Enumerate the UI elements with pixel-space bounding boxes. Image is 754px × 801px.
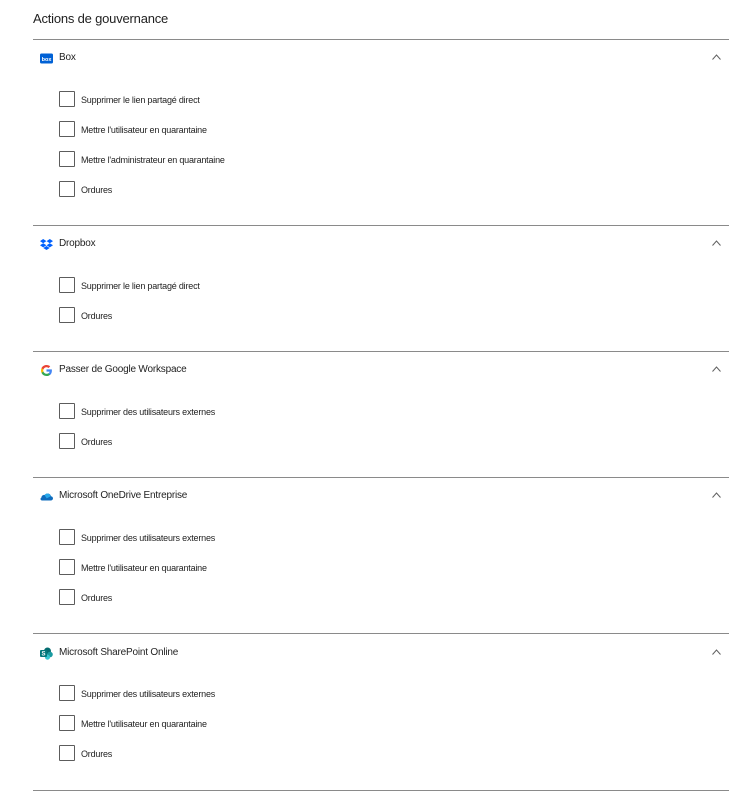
svg-text:S: S [41,652,45,658]
section-box: box Box Supprimer le lien partagé direct… [33,39,729,226]
option-remove-direct-shared-link[interactable]: Supprimer le lien partagé direct [59,277,479,295]
option-label: Mettre l'utilisateur en quarantaine [81,125,207,135]
checkbox[interactable] [59,121,75,137]
option-label: Ordures [81,593,113,603]
checkbox[interactable] [59,685,75,701]
checkbox[interactable] [59,403,75,419]
option-trash[interactable]: Ordures [59,181,479,199]
option-label: Mettre l'utilisateur en quarantaine [81,563,207,573]
checkbox[interactable] [59,151,75,167]
section-sharepoint: S Microsoft SharePoint Online Supprimer … [33,633,729,791]
option-trash[interactable]: Ordures [59,433,479,451]
chevron-up-icon[interactable] [712,240,721,246]
section-google-workspace: Passer de Google Workspace Supprimer des… [33,351,729,478]
checkbox[interactable] [59,181,75,197]
section-onedrive: Microsoft OneDrive Entreprise Supprimer … [33,477,729,634]
checkbox[interactable] [59,307,75,323]
section-header-onedrive[interactable]: Microsoft OneDrive Entreprise [33,478,729,514]
option-quarantine-user[interactable]: Mettre l'utilisateur en quarantaine [59,121,479,139]
svg-text:box: box [42,57,53,63]
option-remove-external-users[interactable]: Supprimer des utilisateurs externes [59,685,479,703]
option-label: Mettre l'utilisateur en quarantaine [81,719,207,729]
option-label: Supprimer des utilisateurs externes [81,533,216,543]
option-quarantine-user[interactable]: Mettre l'utilisateur en quarantaine [59,715,479,733]
onedrive-logo-icon [40,490,53,503]
option-label: Supprimer des utilisateurs externes [81,407,216,417]
section-header-box[interactable]: box Box [33,40,729,76]
dropbox-logo-icon [40,238,53,251]
chevron-up-icon[interactable] [712,492,721,498]
section-title: Microsoft OneDrive Entreprise [59,490,188,501]
page-title: Actions de gouvernance [33,11,169,26]
section-title: Microsoft SharePoint Online [59,647,179,658]
option-label: Supprimer le lien partagé direct [81,95,200,105]
sharepoint-logo-icon: S [40,647,53,660]
option-remove-direct-shared-link[interactable]: Supprimer le lien partagé direct [59,91,479,109]
section-header-dropbox[interactable]: Dropbox [33,226,729,262]
box-logo-icon: box [40,52,53,65]
checkbox[interactable] [59,91,75,107]
option-label: Supprimer des utilisateurs externes [81,689,216,699]
section-header-sharepoint[interactable]: S Microsoft SharePoint Online [33,635,729,671]
option-label: Mettre l'administrateur en quarantaine [81,155,225,165]
option-trash[interactable]: Ordures [59,307,479,325]
option-remove-external-users[interactable]: Supprimer des utilisateurs externes [59,403,479,421]
chevron-up-icon[interactable] [712,649,721,655]
option-label: Ordures [81,437,113,447]
checkbox[interactable] [59,529,75,545]
section-dropbox: Dropbox Supprimer le lien partagé direct… [33,225,729,352]
checkbox[interactable] [59,715,75,731]
option-quarantine-admin[interactable]: Mettre l'administrateur en quarantaine [59,151,479,169]
section-title: Box [59,52,76,63]
option-remove-external-users[interactable]: Supprimer des utilisateurs externes [59,529,479,547]
checkbox[interactable] [59,745,75,761]
option-trash[interactable]: Ordures [59,745,479,763]
checkbox[interactable] [59,433,75,449]
google-logo-icon [40,364,53,377]
option-label: Ordures [81,749,113,759]
checkbox[interactable] [59,589,75,605]
option-quarantine-user[interactable]: Mettre l'utilisateur en quarantaine [59,559,479,577]
section-title: Passer de Google Workspace [59,364,187,375]
chevron-up-icon[interactable] [712,54,721,60]
option-label: Supprimer le lien partagé direct [81,281,200,291]
section-title: Dropbox [59,238,96,249]
option-label: Ordures [81,311,113,321]
section-header-google-workspace[interactable]: Passer de Google Workspace [33,352,729,388]
checkbox[interactable] [59,277,75,293]
option-trash[interactable]: Ordures [59,589,479,607]
checkbox[interactable] [59,559,75,575]
chevron-up-icon[interactable] [712,366,721,372]
option-label: Ordures [81,185,113,195]
